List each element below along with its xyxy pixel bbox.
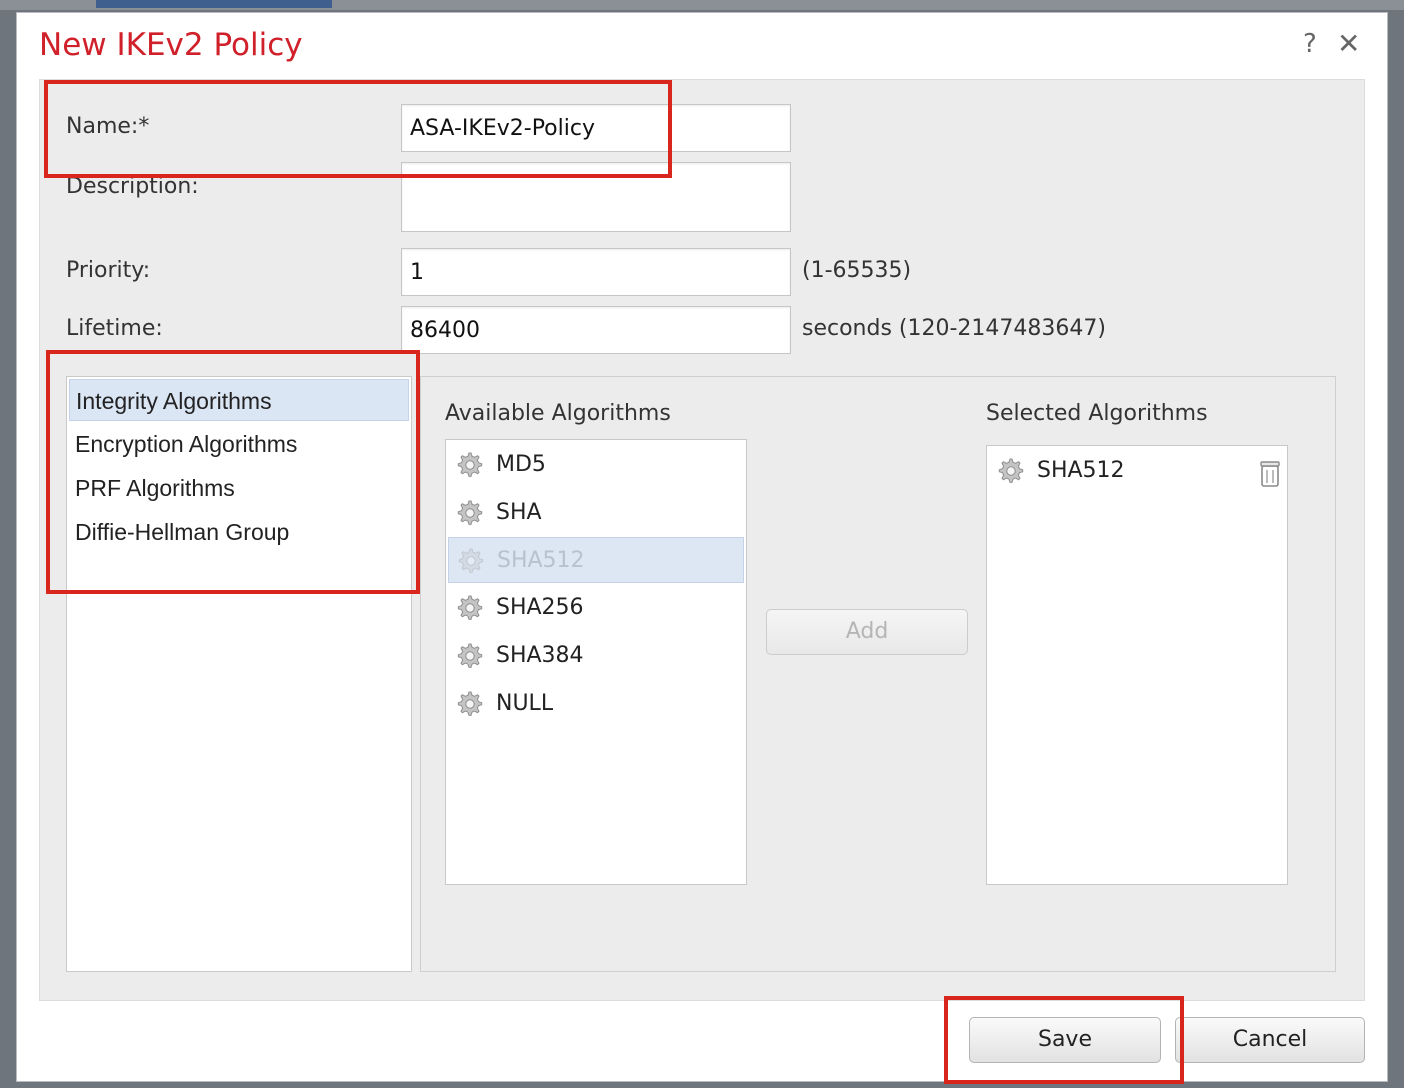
available-algorithm-item[interactable]: MD5 bbox=[448, 442, 744, 488]
available-algorithms-title: Available Algorithms bbox=[445, 401, 671, 426]
dialog-title: New IKEv2 Policy bbox=[39, 27, 303, 63]
selected-algorithms-title: Selected Algorithms bbox=[986, 401, 1208, 426]
lifetime-input[interactable] bbox=[401, 306, 791, 354]
gear-icon bbox=[457, 595, 483, 620]
name-label: Name:* bbox=[66, 114, 150, 139]
algorithm-label: SHA512 bbox=[497, 548, 585, 573]
available-algorithm-item[interactable]: SHA384 bbox=[448, 633, 744, 679]
gear-icon bbox=[457, 643, 483, 668]
gear-icon bbox=[458, 548, 484, 573]
available-algorithm-item-selected[interactable]: SHA512 bbox=[448, 537, 744, 583]
new-ikev2-policy-dialog: New IKEv2 Policy ? ✕ Name:* Description:… bbox=[16, 12, 1388, 1082]
help-icon[interactable]: ? bbox=[1303, 29, 1317, 59]
category-item-encryption[interactable]: Encryption Algorithms bbox=[69, 423, 409, 465]
background-tab bbox=[96, 0, 332, 8]
gear-icon bbox=[457, 500, 483, 525]
close-icon[interactable]: ✕ bbox=[1337, 27, 1360, 60]
selected-algorithms-list: SHA512 bbox=[986, 445, 1288, 885]
available-algorithms-list: MD5 SHA SHA512 SHA256 SHA384 NULL bbox=[445, 439, 747, 885]
algorithm-label: SHA256 bbox=[496, 595, 584, 620]
gear-icon bbox=[998, 458, 1024, 483]
algorithm-label: MD5 bbox=[496, 452, 546, 477]
priority-input[interactable] bbox=[401, 248, 791, 296]
gear-icon bbox=[457, 691, 483, 716]
add-button[interactable]: Add bbox=[766, 609, 968, 655]
name-input[interactable] bbox=[401, 104, 791, 152]
cancel-button[interactable]: Cancel bbox=[1175, 1017, 1365, 1063]
algorithm-label: SHA bbox=[496, 500, 542, 525]
description-label: Description: bbox=[66, 174, 199, 199]
algorithm-label: SHA384 bbox=[496, 643, 584, 668]
priority-range-hint: (1-65535) bbox=[802, 258, 912, 283]
category-item-prf[interactable]: PRF Algorithms bbox=[69, 467, 409, 509]
available-algorithm-item[interactable]: NULL bbox=[448, 681, 744, 727]
gear-icon bbox=[457, 452, 483, 477]
algorithm-selection-panel: Available Algorithms Selected Algorithms… bbox=[420, 376, 1336, 972]
priority-label: Priority: bbox=[66, 258, 151, 283]
description-textarea[interactable] bbox=[401, 162, 791, 232]
save-button[interactable]: Save bbox=[969, 1017, 1161, 1063]
algorithm-label: NULL bbox=[496, 691, 554, 716]
trash-icon[interactable] bbox=[1259, 460, 1281, 488]
category-item-integrity[interactable]: Integrity Algorithms bbox=[69, 379, 409, 421]
form-panel: Name:* Description: Priority: (1-65535) … bbox=[39, 79, 1365, 1001]
lifetime-label: Lifetime: bbox=[66, 316, 163, 341]
algorithm-label: SHA512 bbox=[1037, 458, 1125, 483]
available-algorithm-item[interactable]: SHA256 bbox=[448, 585, 744, 631]
algorithm-category-list: Integrity Algorithms Encryption Algorith… bbox=[66, 376, 412, 972]
selected-algorithm-item[interactable]: SHA512 bbox=[989, 448, 1285, 494]
available-algorithm-item[interactable]: SHA bbox=[448, 490, 744, 536]
category-item-diffie-hellman[interactable]: Diffie-Hellman Group bbox=[69, 511, 409, 553]
lifetime-range-hint: seconds (120-2147483647) bbox=[802, 316, 1106, 341]
